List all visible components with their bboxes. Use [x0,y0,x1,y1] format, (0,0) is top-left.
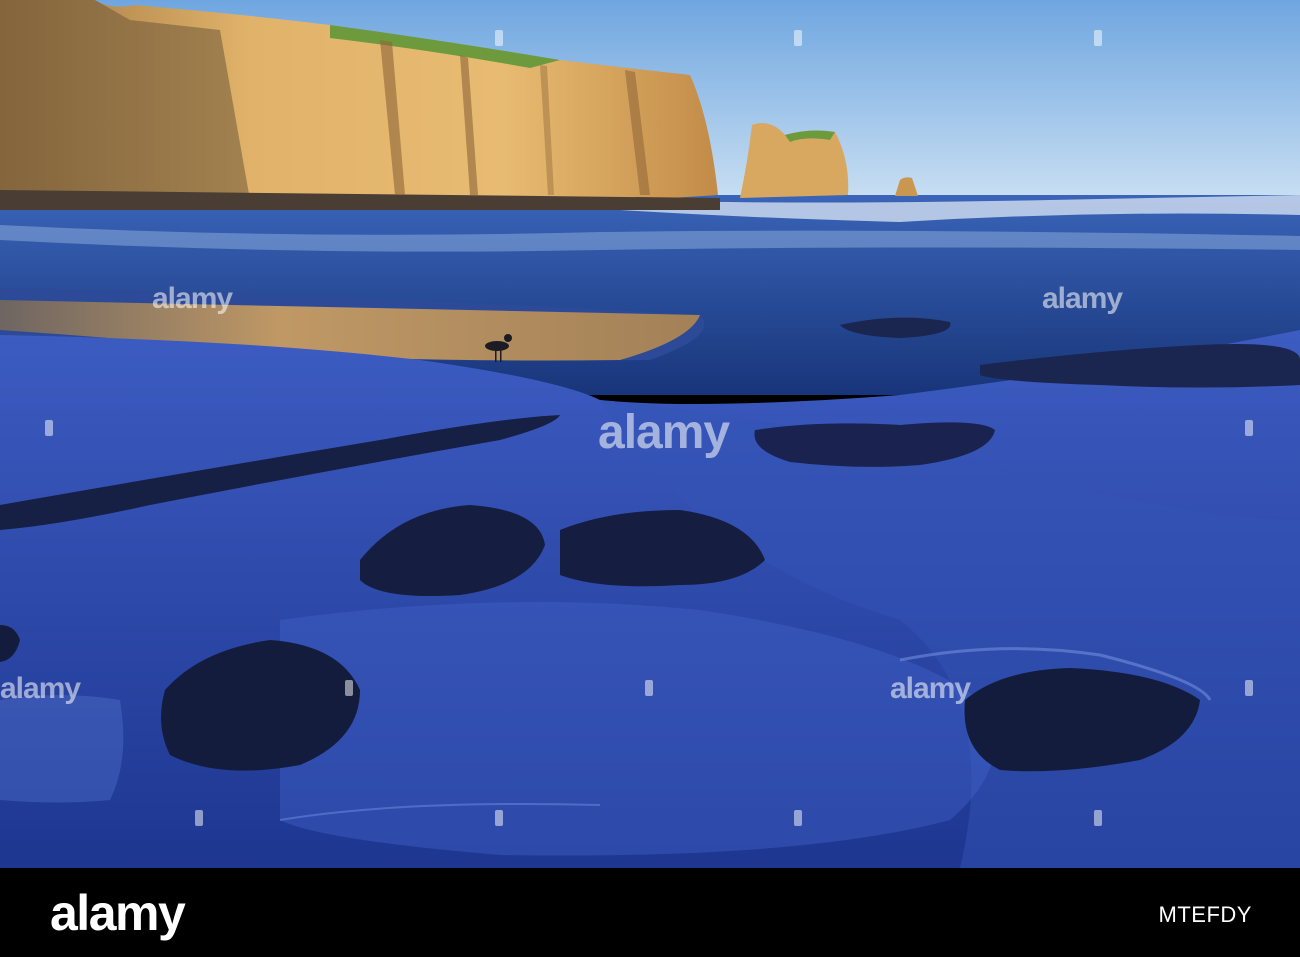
watermark-dot [345,680,353,696]
watermark-dot [1245,680,1253,696]
image-id: MTEFDY [1158,902,1252,927]
watermark-dot [1245,420,1253,436]
watermark: alamy [1042,282,1123,315]
watermark-dot [794,30,802,46]
footer-bar: alamy MTEFDY [0,868,1300,957]
watermark-dot [794,810,802,826]
watermark-dot [1094,810,1102,826]
watermark-dot [495,30,503,46]
watermark-center: alamy [598,406,730,459]
watermark-dot [645,680,653,696]
stock-photo-page: alamy alamy alamy alamy alamy alamy MTEF… [0,0,1300,957]
watermark: alamy [152,282,233,315]
watermark-dot [495,810,503,826]
watermark-dot [1094,30,1102,46]
watermark: alamy [0,672,81,705]
alamy-logo: alamy [50,885,186,941]
watermark-dot [195,810,203,826]
watermark: alamy [890,672,971,705]
watermark-dot [45,420,53,436]
